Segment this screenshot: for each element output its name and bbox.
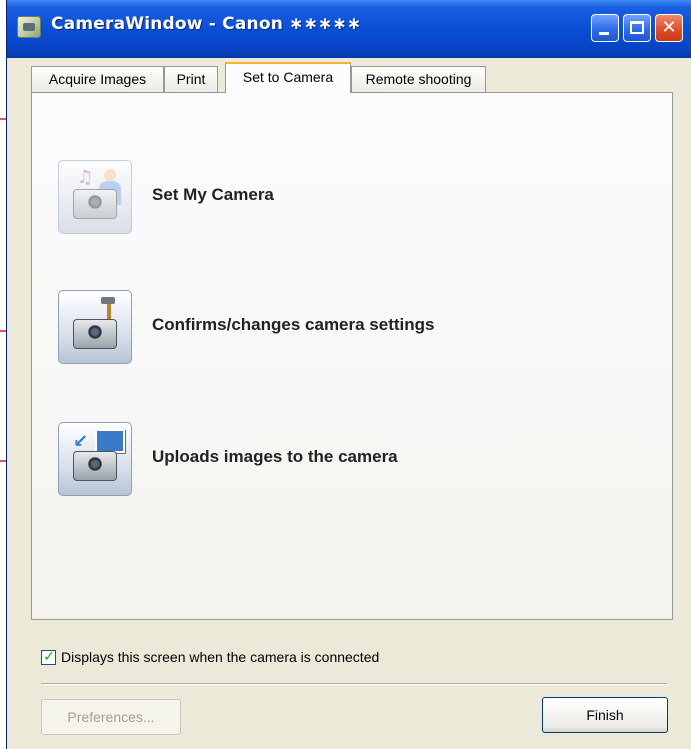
window-title: CameraWindow - Canon ∗∗∗∗∗ [51, 14, 362, 34]
footer-separator [41, 683, 667, 685]
checkmark-icon: ✓ [43, 649, 55, 665]
preferences-button[interactable]: Preferences... [41, 699, 181, 735]
upload-images-option[interactable]: ↙ Uploads images to the camera [58, 419, 658, 499]
photos-icon [95, 429, 125, 453]
tab-set-to-camera[interactable]: Set to Camera [225, 62, 351, 93]
set-to-camera-panel: ♫ Set My Camera Confirms/changes camera … [31, 92, 673, 620]
finish-button[interactable]: Finish [542, 697, 668, 733]
music-note-icon: ♫ [77, 167, 94, 188]
close-icon: ✕ [661, 17, 677, 38]
upload-images-label[interactable]: Uploads images to the camera [152, 447, 398, 467]
upload-images-icon[interactable]: ↙ [58, 422, 132, 496]
tab-acquire-images[interactable]: Acquire Images [31, 66, 164, 92]
camera-icon [73, 451, 117, 481]
camera-settings-option[interactable]: Confirms/changes camera settings [58, 287, 658, 367]
camera-icon [73, 189, 117, 219]
camerawindow-app-icon [17, 16, 41, 38]
set-my-camera-label[interactable]: Set My Camera [152, 185, 274, 205]
upload-arrow-icon: ↙ [73, 431, 89, 452]
close-button[interactable]: ✕ [655, 14, 683, 42]
camerawindow-dialog: CameraWindow - Canon ∗∗∗∗∗ ✕ Acquire Ima… [6, 0, 691, 749]
camera-settings-icon[interactable] [58, 290, 132, 364]
startup-checkbox[interactable]: ✓ [41, 649, 56, 665]
startup-checkbox-label[interactable]: Displays this screen when the camera is … [61, 649, 379, 665]
maximize-button[interactable] [623, 14, 651, 42]
set-my-camera-icon[interactable]: ♫ [58, 160, 132, 234]
camera-icon [73, 319, 117, 349]
minimize-icon [599, 32, 609, 35]
tab-print[interactable]: Print [164, 66, 218, 92]
title-bar[interactable]: CameraWindow - Canon ∗∗∗∗∗ ✕ [7, 0, 691, 58]
tab-remote-shooting[interactable]: Remote shooting [351, 66, 486, 92]
camera-settings-label[interactable]: Confirms/changes camera settings [152, 315, 434, 335]
set-my-camera-option[interactable]: ♫ Set My Camera [58, 157, 658, 237]
maximize-icon [630, 21, 644, 34]
minimize-button[interactable] [591, 14, 619, 42]
